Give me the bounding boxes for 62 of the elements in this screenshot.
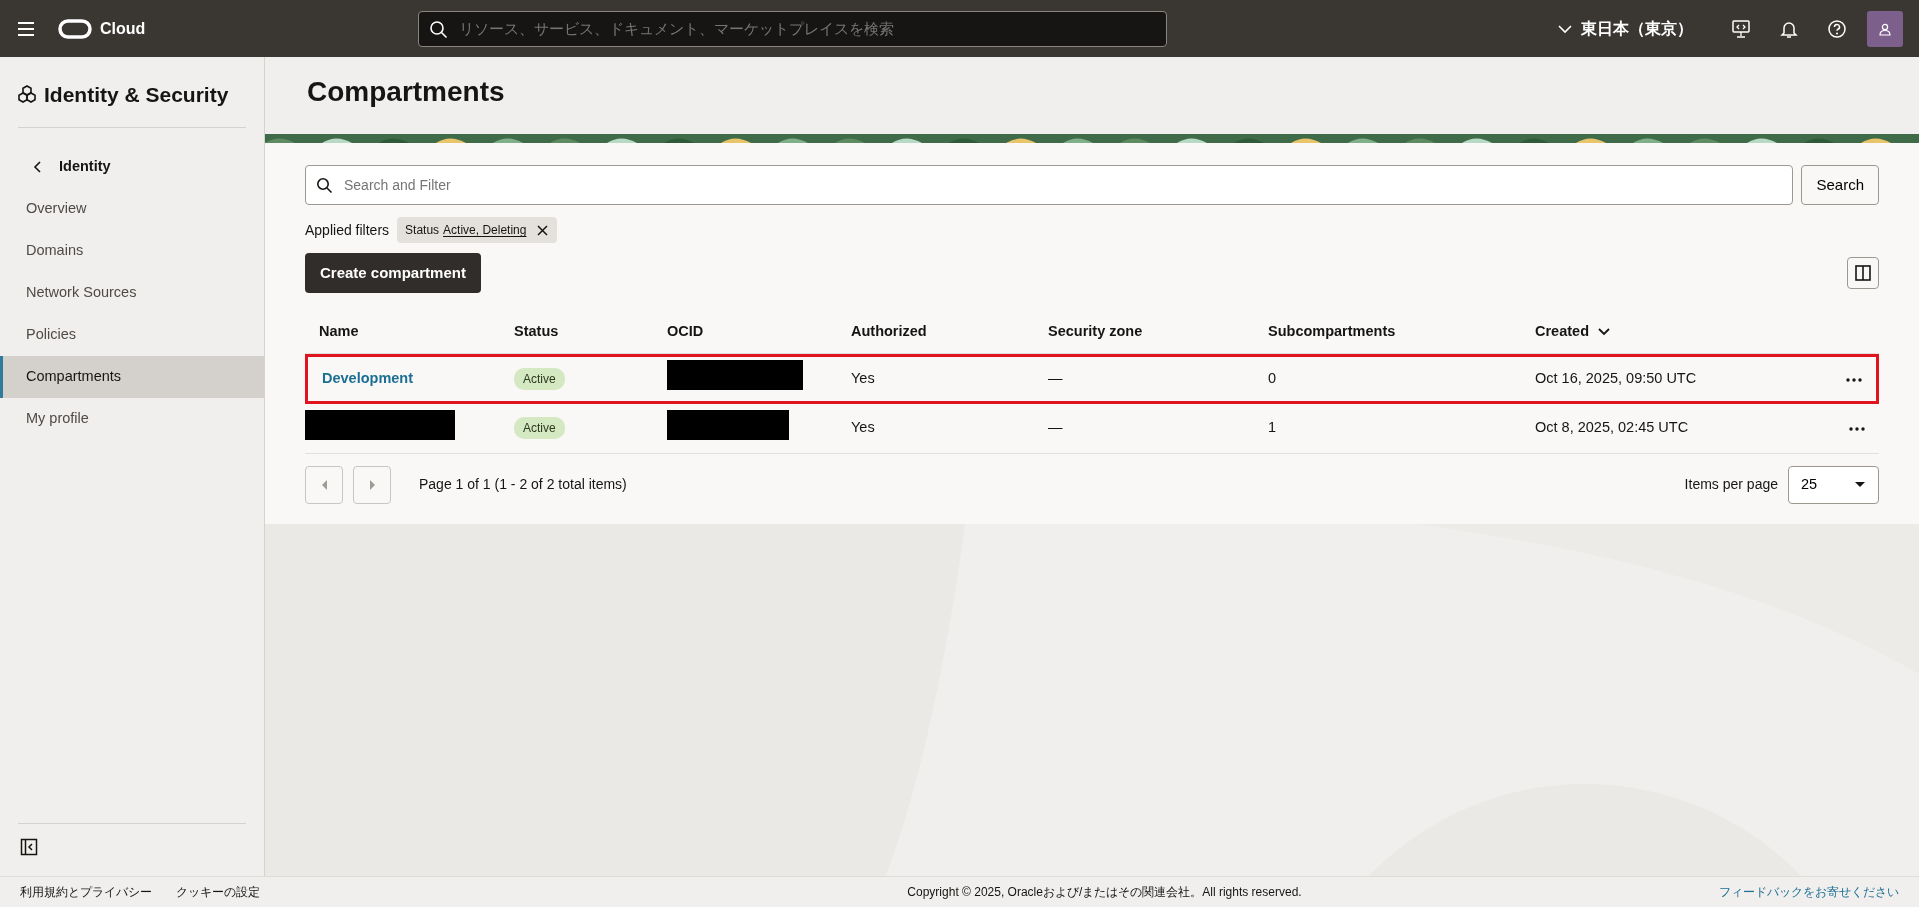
search-button[interactable]: Search bbox=[1801, 165, 1879, 205]
global-search-field[interactable]: リソース、サービス、ドキュメント、マーケットプレイスを検索 bbox=[418, 10, 1167, 47]
monitor-icon bbox=[1731, 18, 1751, 39]
logo-icon bbox=[58, 18, 92, 39]
collapse-icon bbox=[20, 838, 38, 856]
pagination-summary: Page 1 of 1 (1 - 2 of 2 total items) bbox=[419, 475, 627, 495]
filter-field-label: Status bbox=[405, 222, 440, 239]
search-filter-field[interactable]: Search and Filter bbox=[305, 165, 1794, 205]
back-link[interactable]: Identity bbox=[32, 146, 111, 188]
sidebar-item[interactable]: Network Sources bbox=[0, 272, 264, 314]
column-header: Subcompartments bbox=[1268, 322, 1396, 341]
table-cell: Yes bbox=[851, 369, 875, 386]
user-avatar[interactable] bbox=[1867, 10, 1903, 47]
search-icon bbox=[429, 19, 448, 39]
table-cell: 0 bbox=[1268, 369, 1277, 386]
status-badge: Active bbox=[514, 417, 565, 440]
close-icon[interactable] bbox=[536, 223, 550, 237]
more-icon bbox=[1846, 376, 1862, 383]
column-header: OCID bbox=[667, 322, 704, 341]
items-per-page-select[interactable]: 25 bbox=[1788, 465, 1879, 504]
status-badge: Active bbox=[514, 367, 565, 390]
applied-filters-label: Applied filters bbox=[305, 220, 390, 240]
column-header[interactable]: Created bbox=[1535, 321, 1611, 343]
monitor-button[interactable] bbox=[1731, 18, 1751, 39]
footer-link[interactable]: 利用規約とプライバシー bbox=[20, 883, 152, 901]
table-cell: — bbox=[1048, 369, 1063, 386]
sidebar-item[interactable]: Overview bbox=[0, 188, 264, 230]
feedback-link[interactable]: フィードバックをお寄せください bbox=[1719, 883, 1899, 901]
help-button[interactable] bbox=[1827, 18, 1847, 39]
search-icon bbox=[316, 177, 333, 194]
table-cell: Oct 8, 2025, 02:45 UTC bbox=[1535, 419, 1689, 436]
create-compartment-button[interactable]: Create compartment bbox=[305, 253, 481, 293]
table-cell: Yes bbox=[851, 419, 875, 436]
column-header: Name bbox=[319, 322, 359, 341]
table-cell: 1 bbox=[1268, 419, 1277, 436]
sidebar-title: Identity & Security bbox=[44, 82, 229, 108]
columns-button[interactable] bbox=[1847, 257, 1879, 289]
sidebar-item[interactable]: My profile bbox=[0, 398, 264, 440]
table-cell: — bbox=[1048, 419, 1063, 436]
column-header: Authorized bbox=[851, 322, 927, 341]
filter-chip[interactable]: Status Active, Deleting bbox=[397, 217, 558, 243]
filter-value-link[interactable]: Active, Deleting bbox=[443, 221, 527, 239]
copyright-text: Copyright © 2025, Oracleおよび/またはその関連会社。All rights reserved. bbox=[907, 884, 1302, 901]
columns-icon bbox=[1855, 265, 1871, 281]
collapse-sidebar-button[interactable] bbox=[20, 838, 38, 856]
compartment-link[interactable]: Development bbox=[322, 369, 414, 386]
page-title: Compartments bbox=[306, 75, 506, 109]
items-per-page-label: Items per page bbox=[1684, 475, 1778, 495]
caret-down-icon bbox=[1854, 481, 1866, 489]
table-cell: Oct 16, 2025, 09:50 UTC bbox=[1535, 369, 1697, 386]
sidebar-item[interactable]: Policies bbox=[0, 314, 264, 356]
chevron-left-icon bbox=[32, 160, 42, 174]
help-icon bbox=[1827, 18, 1847, 39]
sidebar-item[interactable]: Domains bbox=[0, 230, 264, 272]
column-header: Security zone bbox=[1048, 322, 1143, 341]
footer-link[interactable]: クッキーの設定 bbox=[176, 883, 260, 901]
service-icon bbox=[18, 84, 36, 104]
column-header: Status bbox=[514, 322, 559, 341]
sidebar-item[interactable]: Compartments bbox=[0, 356, 264, 398]
more-icon bbox=[1849, 426, 1865, 432]
brand-name: Cloud bbox=[100, 18, 147, 39]
region-selector[interactable]: 東日本（東京） bbox=[1557, 16, 1693, 41]
